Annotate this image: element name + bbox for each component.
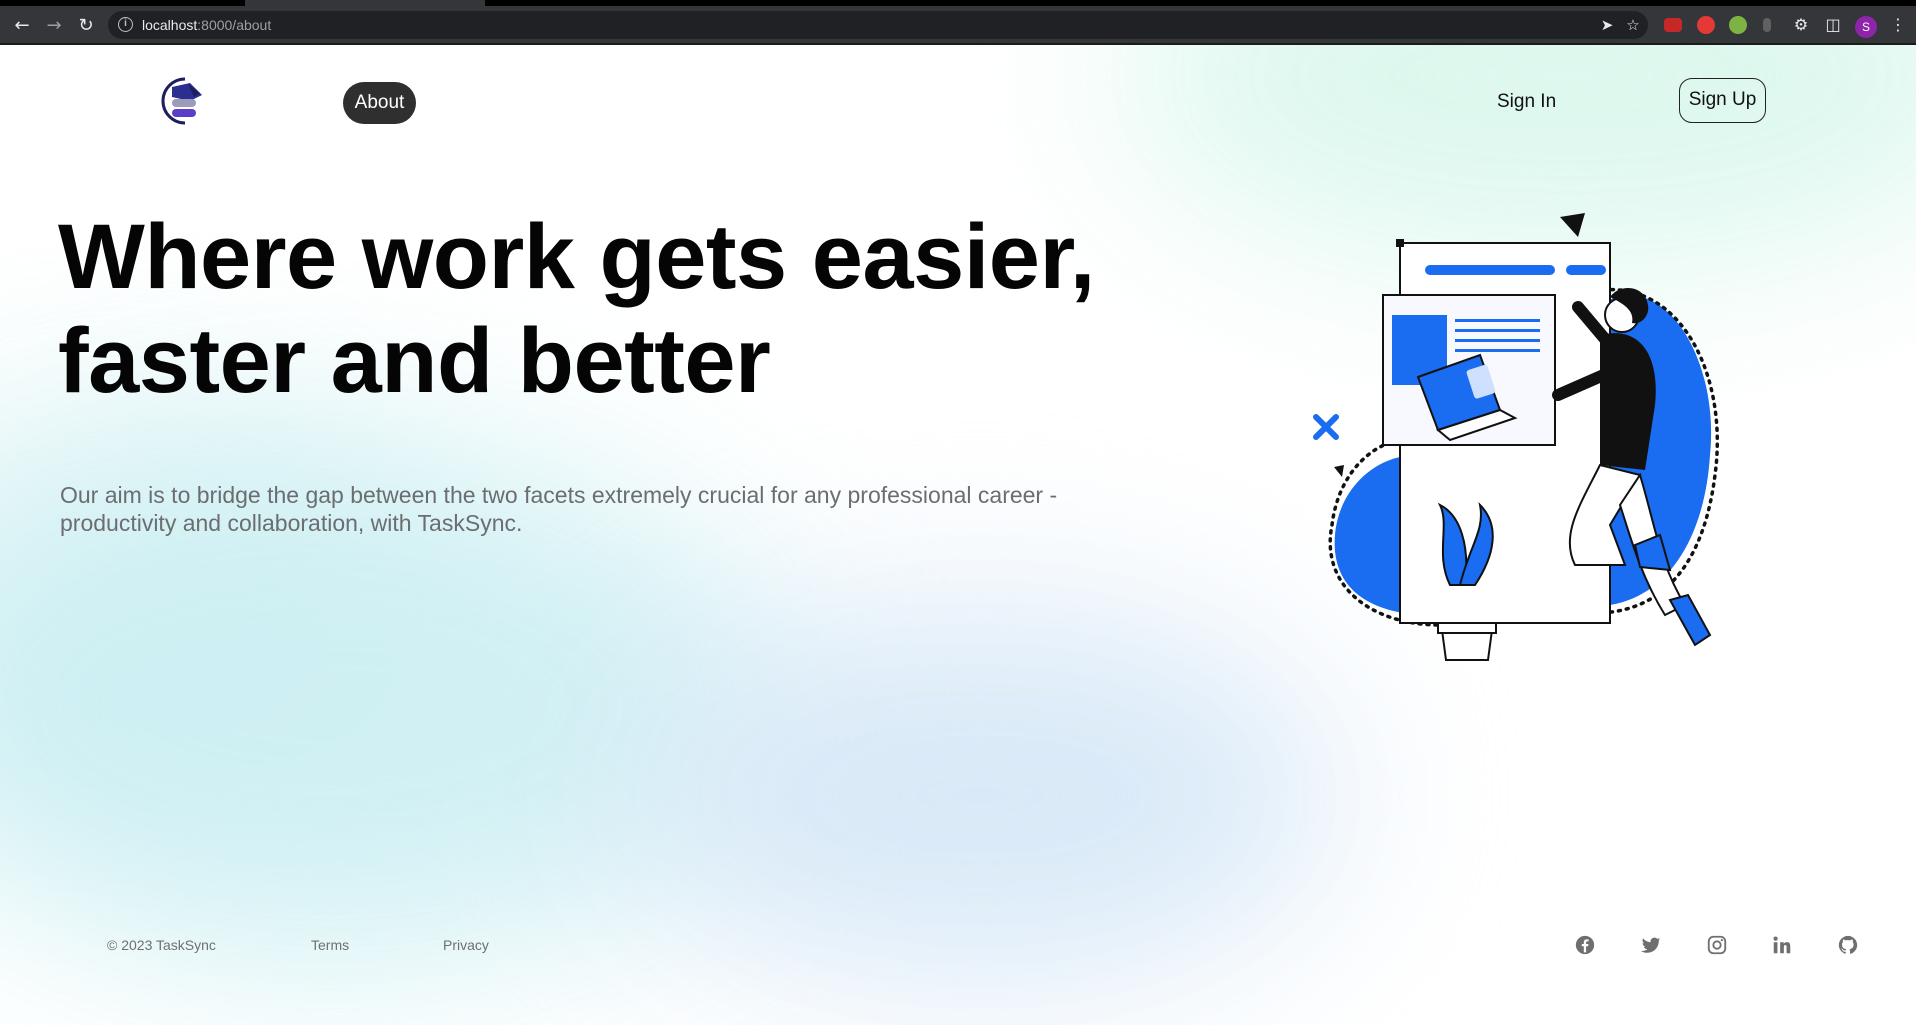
description-line-1: Our aim is to bridge the gap between the… xyxy=(60,482,1058,508)
person-shoe xyxy=(1668,593,1712,647)
card-line xyxy=(1455,349,1540,352)
info-icon[interactable]: i xyxy=(118,17,133,32)
extension-video-icon[interactable] xyxy=(1664,18,1682,32)
hero-illustration xyxy=(1313,213,1720,661)
extension-record-icon[interactable] xyxy=(1697,16,1715,34)
sidepanel-icon[interactable]: ◫ xyxy=(1822,14,1844,36)
background-glow xyxy=(620,605,1340,985)
url-text[interactable]: localhost:8000/about xyxy=(142,17,271,33)
share-icon[interactable]: ➤ xyxy=(1598,16,1616,34)
profile-avatar[interactable]: S xyxy=(1855,16,1877,38)
card-line xyxy=(1455,319,1540,322)
triangle-decoration xyxy=(1560,213,1585,237)
plant-pot-rim xyxy=(1437,622,1497,634)
linkedin-icon[interactable] xyxy=(1771,934,1793,956)
hero-headline: Where work gets easier, faster and bette… xyxy=(58,205,1138,413)
back-icon[interactable]: ← xyxy=(10,14,34,38)
forward-icon[interactable]: → xyxy=(42,14,66,38)
github-icon[interactable] xyxy=(1837,934,1859,956)
star-icon[interactable]: ☆ xyxy=(1624,16,1642,34)
footer-privacy-link[interactable]: Privacy xyxy=(443,937,489,953)
hero-description: Our aim is to bridge the gap between the… xyxy=(60,481,1160,537)
footer-terms-link[interactable]: Terms xyxy=(311,937,349,953)
signin-link[interactable]: Sign In xyxy=(1497,91,1556,113)
footer-copyright: © 2023 TaskSync xyxy=(107,937,216,953)
extensions-icon[interactable]: ⚙ xyxy=(1790,14,1812,36)
address-bar[interactable]: i localhost:8000/about ➤ ☆ xyxy=(108,11,1648,39)
document-line xyxy=(1566,265,1606,275)
headline-line-1: Where work gets easier, xyxy=(58,206,1095,308)
nav-about-button[interactable]: About xyxy=(343,82,416,124)
card-line xyxy=(1455,339,1540,342)
menu-icon[interactable]: ⋮ xyxy=(1887,14,1909,36)
twitter-icon[interactable] xyxy=(1640,934,1662,956)
page: About Sign In Sign Up Where work gets ea… xyxy=(0,45,1916,1025)
card-line xyxy=(1455,329,1540,332)
instagram-icon[interactable] xyxy=(1706,934,1728,956)
x-decoration-icon xyxy=(1313,414,1339,440)
document-line xyxy=(1425,265,1555,275)
description-line-2: productivity and collaboration, with Tas… xyxy=(60,510,523,536)
reload-icon[interactable]: ↻ xyxy=(74,14,98,38)
plant-pot xyxy=(1440,629,1494,661)
person-torso xyxy=(1600,333,1656,470)
browser-toolbar: ← → ↻ i localhost:8000/about ➤ ☆ ⚙ ◫ S ⋮ xyxy=(0,6,1916,45)
small-triangle-decoration xyxy=(1334,465,1344,477)
logo-icon[interactable] xyxy=(160,75,206,127)
extension-tree-icon[interactable] xyxy=(1729,16,1747,34)
signup-button[interactable]: Sign Up xyxy=(1679,78,1766,123)
headline-line-2: faster and better xyxy=(58,310,771,412)
browser-chrome: ← → ↻ i localhost:8000/about ➤ ☆ ⚙ ◫ S ⋮ xyxy=(0,0,1916,45)
facebook-icon[interactable] xyxy=(1574,934,1596,956)
document-corner xyxy=(1396,239,1404,247)
extension-misc-icon[interactable] xyxy=(1763,18,1771,32)
